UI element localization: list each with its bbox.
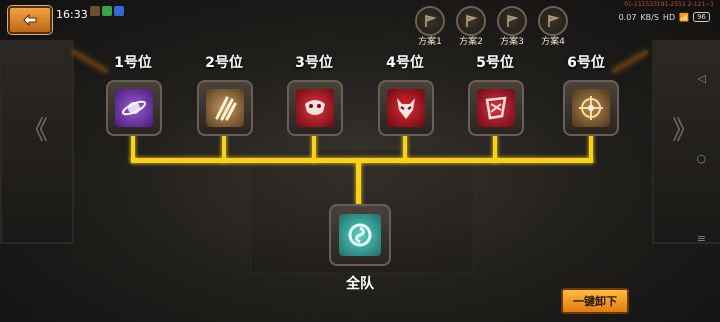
plan-1[interactable]: 方案1	[410, 6, 450, 47]
bg-rail-right	[611, 50, 649, 73]
wire-slot-5	[493, 134, 497, 162]
team-label: 全队	[346, 276, 374, 292]
armor-chest-icon	[477, 89, 515, 127]
plan-flag-icon	[456, 6, 486, 36]
wire-slot-3	[312, 134, 316, 162]
chevron-right-deco-icon: 》	[672, 116, 699, 146]
chevron-left-deco-icon: 《	[22, 116, 49, 146]
crosshair-target-icon	[572, 89, 610, 127]
back-button[interactable]	[8, 6, 52, 34]
plan-2[interactable]: 方案2	[451, 6, 491, 47]
claw-slash-icon	[206, 89, 244, 127]
back-arrow-icon	[23, 13, 37, 27]
nav-home-icon[interactable]: ○	[696, 152, 706, 165]
network-unit: KB/S	[640, 12, 659, 22]
slot-label-2: 2号位	[205, 55, 243, 71]
status-app-icons	[90, 6, 124, 16]
wire-horizontal	[131, 158, 593, 163]
nav-menu-icon[interactable]: ≡	[697, 232, 706, 245]
hd-badge: HD	[662, 12, 676, 22]
slot-label-3: 3号位	[295, 55, 333, 71]
team-swirl-icon	[339, 214, 381, 256]
network-speed: 0.07	[618, 12, 637, 22]
plan-flag-icon	[497, 6, 527, 36]
plan-label: 方案3	[500, 37, 524, 47]
slot-label-5: 5号位	[476, 55, 514, 71]
slot-5[interactable]	[468, 80, 524, 136]
slot-label-1: 1号位	[114, 55, 152, 71]
status-indicators: 0.07 KB/S HD 📶 96	[619, 12, 710, 22]
wire-slot-6	[589, 134, 593, 162]
slot-label-4: 4号位	[386, 55, 424, 71]
plan-flag-icon	[415, 6, 445, 36]
plan-3[interactable]: 方案3	[492, 6, 532, 47]
debug-text: 01-111533191-2551 2-121~1	[624, 1, 714, 8]
plan-label: 方案4	[541, 37, 565, 47]
wire-slot-2	[222, 134, 226, 162]
plan-label: 方案1	[418, 37, 442, 47]
status-time: 16:33	[56, 8, 88, 21]
demon-mask-icon	[387, 89, 425, 127]
planet-ring-icon	[115, 89, 153, 127]
slot-2[interactable]	[197, 80, 253, 136]
app-notification-icon	[90, 6, 100, 16]
plan-4[interactable]: 方案4	[533, 6, 573, 47]
nav-back-icon[interactable]: ◁	[698, 72, 706, 85]
unload-all-button[interactable]: 一键卸下	[561, 288, 629, 314]
slot-4[interactable]	[378, 80, 434, 136]
plan-flag-icon	[538, 6, 568, 36]
slot-3[interactable]	[287, 80, 343, 136]
wire-slot-4	[403, 134, 407, 162]
app-notification-icon	[114, 6, 124, 16]
slot-1[interactable]	[106, 80, 162, 136]
team-slot[interactable]	[329, 204, 391, 266]
wire-team	[356, 160, 361, 206]
plan-label: 方案2	[459, 37, 483, 47]
beast-skull-icon	[296, 89, 334, 127]
slot-6[interactable]	[563, 80, 619, 136]
battery-indicator: 96	[693, 12, 710, 22]
wire-slot-1	[131, 134, 135, 162]
slot-label-6: 6号位	[567, 55, 605, 71]
wifi-icon: 📶	[679, 12, 690, 22]
app-notification-icon	[102, 6, 112, 16]
